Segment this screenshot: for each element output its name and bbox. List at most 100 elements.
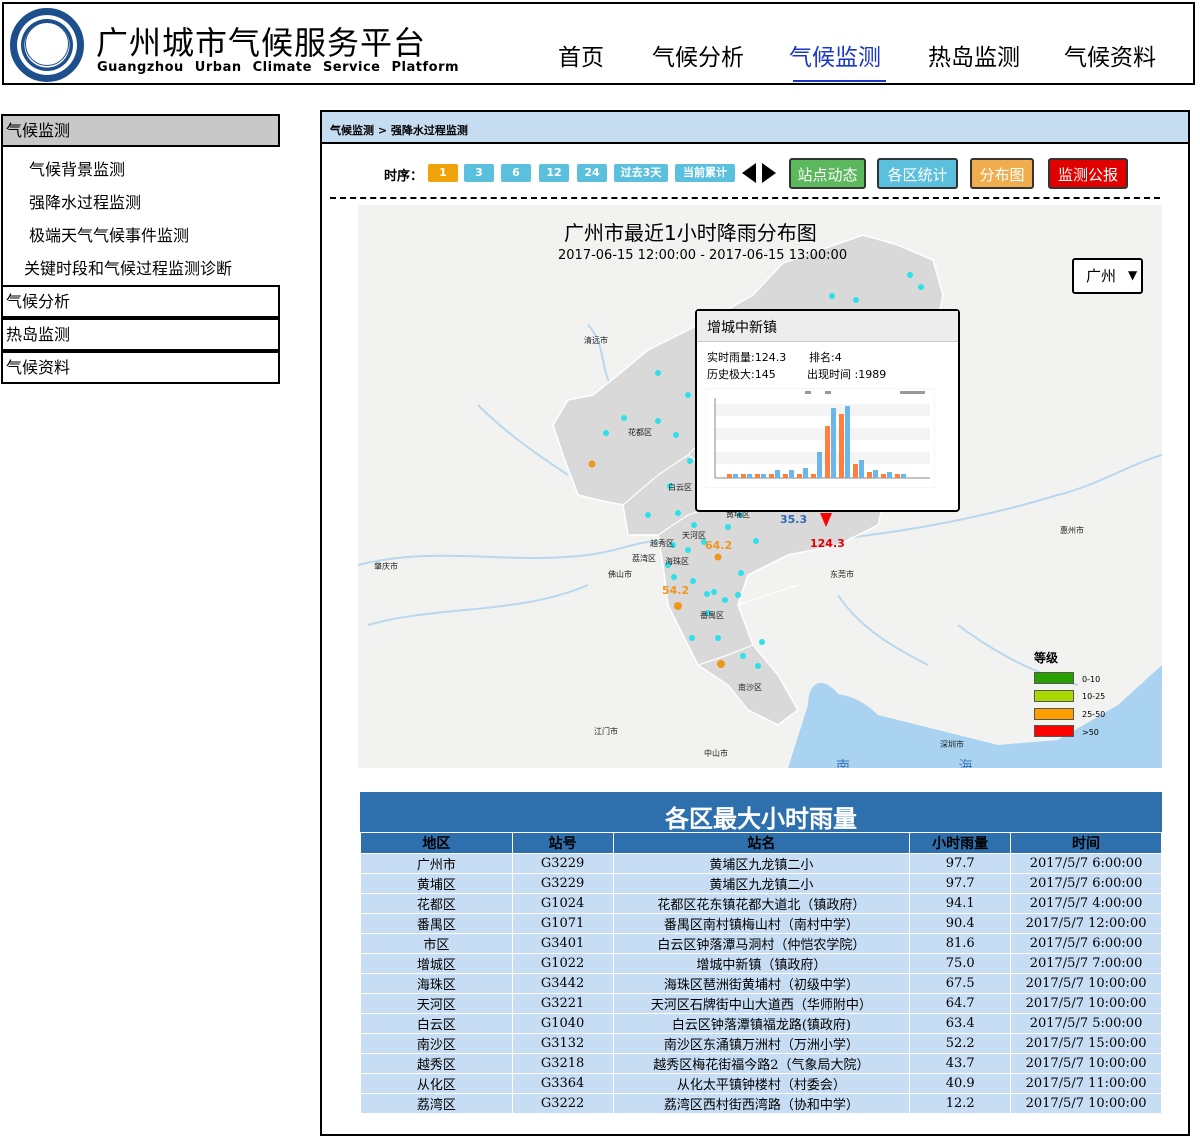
- table-row[interactable]: 南沙区 G3132 南沙区东涌镇万洲村（万洲小学） 52.2 2017/5/7 15:0…: [360, 1033, 1162, 1054]
- cell-time: 2017/5/7 11:00:00: [1010, 1073, 1162, 1094]
- cell-hourly-rain: 67.5: [909, 973, 1012, 994]
- cell-hourly-rain: 40.9: [909, 1073, 1012, 1094]
- legend-label: 25-50: [1082, 710, 1106, 719]
- map-time-range: 2017-06-15 12:00:00 - 2017-06-15 13:00:0…: [558, 248, 848, 263]
- table-row[interactable]: 黄埔区 G3229 黄埔区九龙镇二小 97.7 2017/5/7 6:00:00: [360, 873, 1162, 894]
- cell-station-name: 白云区钟落潭镇福龙路(镇政府): [612, 1013, 911, 1034]
- cell-station-id: G3218: [511, 1053, 614, 1074]
- legend-swatch-10-25: [1034, 690, 1074, 702]
- table-row[interactable]: 从化区 G3364 从化太平镇钟楼村（村委会） 40.9 2017/5/7 11:00:…: [360, 1073, 1162, 1094]
- table-row[interactable]: 广州市 G3229 黄埔区九龙镇二小 97.7 2017/5/7 6:00:00: [360, 853, 1162, 874]
- cell-station-id: G3229: [511, 853, 614, 874]
- column-header-time[interactable]: 时间: [1010, 832, 1162, 854]
- column-header-hourly-rain[interactable]: 小时雨量: [909, 832, 1012, 854]
- map-value-label: 54.2: [662, 584, 689, 597]
- table-row[interactable]: 番禺区 G1071 番禺区南村镇梅山村（南村中学） 90.4 2017/5/7 12:0…: [360, 913, 1162, 934]
- cell-station-name: 海珠区琶洲街黄埔村（初级中学）: [612, 973, 911, 994]
- station-dynamics-button[interactable]: 站点动态: [789, 158, 866, 189]
- cell-district: 增城区: [360, 953, 513, 974]
- cell-station-name: 黄埔区九龙镇二小: [612, 873, 911, 894]
- time-button-24h[interactable]: 24: [577, 164, 607, 182]
- cell-station-name: 黄埔区九龙镇二小: [612, 853, 911, 874]
- triangle-right-icon[interactable]: [761, 162, 777, 184]
- column-header-district[interactable]: 地区: [360, 832, 513, 854]
- table-row[interactable]: 市区 G3401 白云区钟落潭马洞村（仲恺农学院） 81.6 2017/5/7 6:00…: [360, 933, 1162, 954]
- time-sequence-label: 时序：: [384, 169, 424, 184]
- time-button-cumulative[interactable]: 当前累计: [675, 164, 735, 182]
- map-label-shenzhen: 深圳市: [940, 739, 964, 749]
- time-button-6h[interactable]: 6: [501, 164, 531, 182]
- cell-time: 2017/5/7 6:00:00: [1010, 933, 1162, 954]
- nav-climate-monitoring[interactable]: 气候监测: [789, 38, 881, 72]
- map-value-label: 124.3: [810, 537, 845, 550]
- monitoring-bulletin-button[interactable]: 监测公报: [1048, 158, 1128, 189]
- popup-occurrence-year: 出现时间 :1989: [807, 368, 887, 381]
- map-title: 广州市最近1小时降雨分布图: [564, 221, 817, 245]
- cell-time: 2017/5/7 7:00:00: [1010, 953, 1162, 974]
- time-button-12h[interactable]: 12: [539, 164, 569, 182]
- cell-station-name: 增城中新镇（镇政府）: [612, 953, 911, 974]
- table-row[interactable]: 越秀区 G3218 越秀区梅花街福今路2（气象局大院） 43.7 2017/5/7 10…: [360, 1053, 1162, 1074]
- logo-emblem: [25, 22, 69, 66]
- nav-home[interactable]: 首页: [558, 38, 604, 72]
- time-button-1h[interactable]: 1: [428, 164, 458, 182]
- distribution-map-button[interactable]: 分布图: [970, 158, 1034, 189]
- map-label-zhongshan: 中山市: [704, 748, 728, 758]
- popup-station-name: 增城中新镇: [707, 320, 777, 336]
- map-value-label: 64.2: [705, 539, 732, 552]
- time-button-3h[interactable]: 3: [464, 164, 494, 182]
- table-row[interactable]: 荔湾区 G3222 荔湾区西村街西湾路（协和中学） 12.2 2017/5/7 10:0…: [360, 1093, 1162, 1114]
- legend-swatch-25-50: [1034, 708, 1074, 720]
- cell-station-name: 番禺区南村镇梅山村（南村中学）: [612, 913, 911, 934]
- sidebar-border: [1, 146, 3, 286]
- cell-station-name: 南沙区东涌镇万洲村（万洲小学）: [612, 1033, 911, 1054]
- cell-station-id: G1024: [511, 893, 614, 914]
- sidebar-item-extreme-weather[interactable]: 极端天气气候事件监测: [29, 222, 189, 246]
- table-row[interactable]: 天河区 G3221 天河区石牌街中山大道西（华师附中） 64.7 2017/5/7 10…: [360, 993, 1162, 1014]
- map-value-label: 35.3: [780, 513, 807, 526]
- cell-time: 2017/5/7 12:00:00: [1010, 913, 1162, 934]
- sidebar-section-climate-analysis[interactable]: 气候分析: [1, 285, 280, 318]
- district-statistics-button[interactable]: 各区统计: [877, 158, 958, 189]
- map-label-qingyuan: 清远市: [584, 335, 608, 345]
- cell-district: 番禺区: [360, 913, 513, 934]
- cell-station-id: G1022: [511, 953, 614, 974]
- time-button-3days[interactable]: 过去3天: [614, 164, 668, 182]
- sidebar-section-climate-monitoring[interactable]: 气候监测: [1, 114, 280, 147]
- table-row[interactable]: 增城区 G1022 增城中新镇（镇政府） 75.0 2017/5/7 7:00:00: [360, 953, 1162, 974]
- cell-district: 越秀区: [360, 1053, 513, 1074]
- toolbar-divider: [330, 197, 1160, 199]
- triangle-left-icon[interactable]: [741, 162, 757, 184]
- sidebar-item-heavy-rain[interactable]: 强降水过程监测: [29, 189, 141, 213]
- nav-heat-island[interactable]: 热岛监测: [928, 38, 1020, 72]
- dropdown-arrow-icon[interactable]: ▼: [1128, 268, 1137, 282]
- nav-climate-data[interactable]: 气候资料: [1064, 38, 1156, 72]
- cell-time: 2017/5/7 10:00:00: [1010, 993, 1162, 1014]
- legend-label: 10-25: [1082, 692, 1106, 701]
- table-row[interactable]: 花都区 G1024 花都区花东镇花都大道北（镇政府） 94.1 2017/5/7 4:0…: [360, 893, 1162, 914]
- breadcrumb-parent[interactable]: 气候监测: [330, 124, 374, 137]
- map-label-nansha: 南沙区: [738, 682, 762, 692]
- table-row[interactable]: 白云区 G1040 白云区钟落潭镇福龙路(镇政府) 63.4 2017/5/7 5:00…: [360, 1013, 1162, 1034]
- legend-title: 等级: [1034, 651, 1059, 665]
- cell-time: 2017/5/7 10:00:00: [1010, 973, 1162, 994]
- cell-district: 白云区: [360, 1013, 513, 1034]
- column-header-station-name[interactable]: 站名: [612, 832, 911, 854]
- cell-time: 2017/5/7 15:00:00: [1010, 1033, 1162, 1054]
- table-row[interactable]: 海珠区 G3442 海珠区琶洲街黄埔村（初级中学） 67.5 2017/5/7 10:0…: [360, 973, 1162, 994]
- column-header-station-id[interactable]: 站号: [511, 832, 614, 854]
- sidebar-item-key-periods[interactable]: 关键时段和气候过程监测诊断: [24, 255, 232, 279]
- active-nav-underline: [793, 80, 886, 82]
- sidebar-section-heat-island[interactable]: 热岛监测: [1, 318, 280, 351]
- cell-station-id: G3132: [511, 1033, 614, 1054]
- cell-station-name: 花都区花东镇花都大道北（镇政府）: [612, 893, 911, 914]
- cell-district: 天河区: [360, 993, 513, 1014]
- cell-station-id: G3401: [511, 933, 614, 954]
- cell-district: 荔湾区: [360, 1093, 513, 1114]
- map-label-huizhou: 惠州市: [1060, 525, 1084, 535]
- cell-station-id: G1040: [511, 1013, 614, 1034]
- nav-climate-analysis[interactable]: 气候分析: [652, 38, 744, 72]
- sidebar-section-climate-data[interactable]: 气候资料: [1, 351, 280, 384]
- sidebar-item-climate-background[interactable]: 气候背景监测: [29, 156, 125, 180]
- legend-label: >50: [1082, 728, 1099, 737]
